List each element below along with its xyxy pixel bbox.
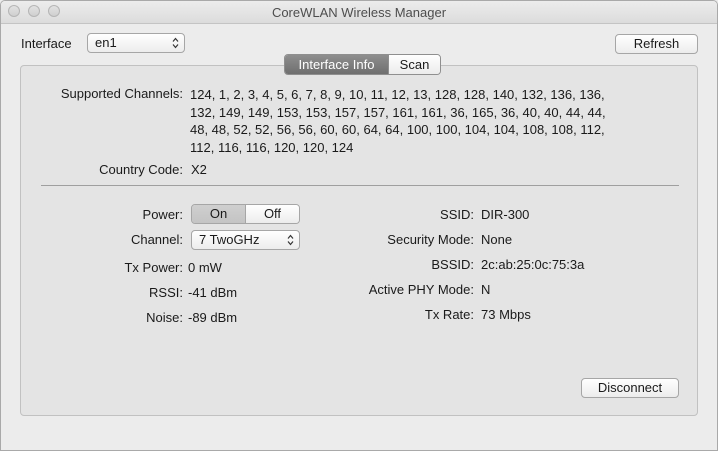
tab-bar: Interface Info Scan xyxy=(284,54,441,75)
phy-mode-value: N xyxy=(481,282,491,297)
refresh-button[interactable]: Refresh xyxy=(615,34,698,54)
chevron-updown-icon xyxy=(172,37,179,49)
ssid-label: SSID: xyxy=(440,207,474,222)
bssid-value: 2c:ab:25:0c:75:3a xyxy=(481,257,585,272)
security-mode-value: None xyxy=(481,232,513,247)
supported-channels-label: Supported Channels: xyxy=(60,86,183,101)
supported-channels-line: 124, 1, 2, 3, 4, 5, 6, 7, 8, 9, 10, 11, … xyxy=(190,87,605,102)
window-title: CoreWLAN Wireless Manager xyxy=(271,5,447,20)
noise-label: Noise: xyxy=(146,310,183,325)
power-toggle[interactable]: On Off xyxy=(191,204,300,224)
bssid-label: BSSID: xyxy=(431,257,474,272)
power-on-segment[interactable]: On xyxy=(192,205,245,223)
phy-mode-label: Active PHY Mode: xyxy=(368,282,474,297)
tab-interface-info[interactable]: Interface Info xyxy=(285,55,388,74)
supported-channels-line: 48, 48, 52, 52, 56, 56, 60, 60, 64, 64, … xyxy=(190,122,605,137)
supported-channels-line: 132, 149, 149, 153, 153, 157, 157, 161, … xyxy=(190,104,606,120)
chevron-updown-icon xyxy=(287,234,294,246)
supported-channels-line: 112, 116, 116, 120, 120, 124 xyxy=(190,139,354,155)
interface-popup-value: en1 xyxy=(95,35,117,50)
power-label: Power: xyxy=(142,207,183,222)
country-code-label: Country Code: xyxy=(99,162,183,177)
tab-scan[interactable]: Scan xyxy=(388,55,440,74)
tx-rate-label: Tx Rate: xyxy=(424,307,474,322)
tx-power-value: 0 mW xyxy=(188,260,222,275)
interface-label: Interface xyxy=(21,36,72,51)
ssid-value: DIR-300 xyxy=(481,207,530,222)
channel-popup[interactable]: 7 TwoGHz xyxy=(191,230,300,250)
tx-rate-value: 73 Mbps xyxy=(481,307,531,322)
title-bar: CoreWLAN Wireless Manager xyxy=(1,1,717,24)
disconnect-button[interactable]: Disconnect xyxy=(581,378,679,398)
app-window: CoreWLAN Wireless Manager Interface en1 … xyxy=(0,0,718,451)
channel-label: Channel: xyxy=(130,232,183,247)
security-mode-label: Security Mode: xyxy=(387,232,474,247)
interface-popup[interactable]: en1 xyxy=(87,33,185,53)
channel-popup-value: 7 TwoGHz xyxy=(199,232,260,247)
country-code-value: X2 xyxy=(191,162,207,177)
rssi-value: -41 dBm xyxy=(188,285,238,300)
power-off-segment[interactable]: Off xyxy=(245,205,299,223)
noise-value: -89 dBm xyxy=(188,310,238,325)
tx-power-label: Tx Power: xyxy=(124,260,183,275)
rssi-label: RSSI: xyxy=(149,285,183,300)
supported-channels-value: 124, 1, 2, 3, 4, 5, 6, 7, 8, 9, 10, 11, … xyxy=(190,86,680,156)
separator xyxy=(41,185,679,186)
